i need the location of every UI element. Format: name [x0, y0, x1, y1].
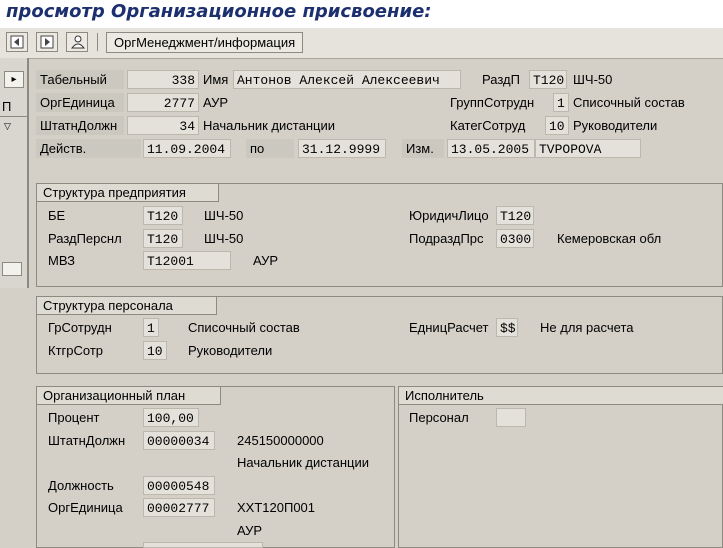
percent-label: Процент — [48, 410, 100, 425]
cost-center-text: АУР — [253, 253, 279, 268]
plan-org-unit-field[interactable]: 00002777 — [143, 498, 215, 517]
valid-to-label: по — [246, 139, 294, 158]
job-field[interactable]: 00000548 — [143, 476, 215, 495]
plan-position-label: ШтатнДолжн — [48, 433, 126, 448]
changed-user-field[interactable]: TVPOPOVA — [535, 139, 641, 158]
dropdown-triangle-icon[interactable]: ▽ — [4, 121, 11, 132]
employee-subgroup-text: Руководители — [573, 118, 658, 133]
executor-title: Исполнитель — [399, 387, 723, 405]
org-unit-field[interactable]: 2777 — [127, 93, 199, 112]
previous-record-icon — [10, 35, 24, 49]
company-code-label: БЕ — [48, 208, 66, 223]
position-label: ШтатнДолжн — [36, 116, 124, 135]
next-record-icon — [40, 35, 54, 49]
changed-date-field[interactable]: 13.05.2005 — [447, 139, 535, 158]
cost-center-label: МВЗ — [48, 253, 75, 268]
expand-arrow-icon[interactable]: ▸ — [4, 71, 24, 88]
employee-group2-label: ГрСотрудн — [48, 320, 112, 335]
position-text: Начальник дистанции — [203, 118, 335, 133]
orgmanagement-info-button[interactable]: ОргМенеджмент/информация — [106, 32, 304, 53]
plan-next-field[interactable] — [143, 542, 263, 548]
company-code-field[interactable]: Т120 — [143, 206, 183, 225]
left-pane-scroll-box[interactable] — [2, 262, 22, 276]
employee-group-label: ГруппСотрудн — [450, 95, 535, 110]
legal-person-label: ЮридичЛицо — [409, 208, 489, 223]
employee-group2-text: Списочный состав — [188, 320, 300, 335]
company-code-text: ШЧ-50 — [204, 208, 244, 223]
job-label: Должность — [48, 478, 114, 493]
next-record-button[interactable] — [36, 32, 58, 52]
payroll-unit-text: Не для расчета — [540, 320, 634, 335]
person-overview-button[interactable] — [66, 32, 88, 52]
employee-group2-field[interactable]: 1 — [143, 318, 159, 337]
plan-org-unit-name-text: АУР — [237, 523, 263, 538]
changed-label: Изм. — [402, 139, 444, 158]
percent-field[interactable]: 100,00 — [143, 408, 199, 427]
position-field[interactable]: 34 — [127, 116, 199, 135]
personnel-no-label: Табельный — [36, 70, 124, 89]
org-unit-text: АУР — [203, 95, 229, 110]
valid-to-field[interactable]: 31.12.9999 — [298, 139, 386, 158]
personnel-area-label: РаздПерснл — [48, 231, 122, 246]
left-navigation-pane: ▸ П ▽ — [0, 58, 29, 288]
title-bar: просмотр Организационное присвоение: — [0, 0, 723, 28]
area-text: ШЧ-50 — [573, 72, 613, 87]
name-field[interactable]: Антонов Алексей Алексеевич — [233, 70, 461, 89]
employee-subgroup2-label: КтгрСотр — [48, 343, 104, 358]
org-unit-label: ОргЕдиница — [36, 93, 124, 112]
valid-label: Действ. — [36, 139, 141, 158]
payroll-unit-field[interactable]: $$ — [496, 318, 518, 337]
employee-group-code-field[interactable]: 1 — [553, 93, 569, 112]
employee-group-text: Списочный состав — [573, 95, 685, 110]
personnel-no-field[interactable]: 338 — [127, 70, 199, 89]
employee-subgroup-code-field[interactable]: 10 — [545, 116, 569, 135]
previous-record-button[interactable] — [6, 32, 28, 52]
subarea-field[interactable]: 0300 — [496, 229, 534, 248]
plan-position-name-text: Начальник дистанции — [237, 455, 369, 470]
area-label: РаздП — [482, 72, 520, 87]
employee-subgroup-label: КатегСотруд — [450, 118, 526, 133]
enterprise-structure-title: Структура предприятия — [37, 184, 219, 202]
plan-position-code-text: 245150000000 — [237, 433, 324, 448]
left-pane-divider — [0, 116, 27, 117]
executor-personnel-field[interactable] — [496, 408, 526, 427]
window-title: просмотр Организационное присвоение: — [6, 1, 432, 22]
plan-position-field[interactable]: 00000034 — [143, 431, 215, 450]
subarea-text: Кемеровская обл — [557, 231, 662, 246]
application-toolbar: ОргМенеджмент/информация — [0, 28, 723, 59]
plan-org-unit-label: ОргЕдиница — [48, 500, 123, 515]
subarea-label: ПодраздПрс — [409, 231, 484, 246]
valid-from-field[interactable]: 11.09.2004 — [143, 139, 231, 158]
plan-org-unit-code-text: ХХТ120П001 — [237, 500, 316, 515]
name-label: Имя — [203, 72, 229, 87]
area-code-field[interactable]: Т120 — [529, 70, 567, 89]
legal-person-field[interactable]: Т120 — [496, 206, 534, 225]
employee-subgroup2-text: Руководители — [188, 343, 273, 358]
personnel-structure-title: Структура персонала — [37, 297, 217, 315]
personnel-area-field[interactable]: Т120 — [143, 229, 183, 248]
toolbar-separator — [97, 33, 98, 51]
payroll-unit-label: ЕдницРасчет — [409, 320, 489, 335]
cost-center-field[interactable]: Т12001 — [143, 251, 231, 270]
executor-personnel-label: Персонал — [409, 410, 469, 425]
org-plan-title: Организационный план — [37, 387, 221, 405]
left-pane-label: П — [2, 99, 12, 114]
employee-subgroup2-field[interactable]: 10 — [143, 341, 167, 360]
personnel-area-text: ШЧ-50 — [204, 231, 244, 246]
person-icon — [70, 35, 86, 49]
